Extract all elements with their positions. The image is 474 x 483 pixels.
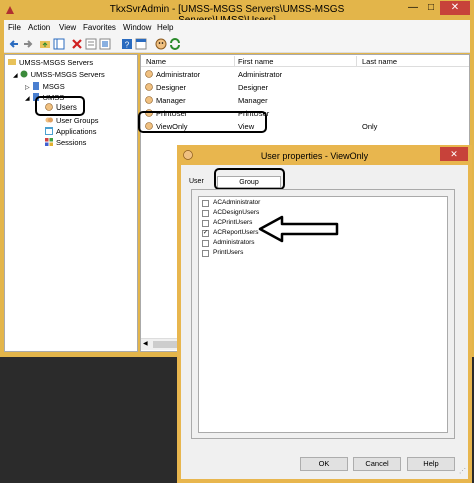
group-checkbox[interactable]	[202, 220, 209, 227]
pointer-arrow-icon	[258, 215, 339, 243]
expand-icon[interactable]: ▷	[25, 85, 30, 91]
cell-name: Designer	[156, 83, 187, 92]
user-icon[interactable]	[155, 38, 167, 50]
user-icon	[183, 150, 193, 160]
forward-icon[interactable]	[22, 38, 34, 50]
column-header-first-name[interactable]: First name	[238, 57, 273, 66]
highlight-viewonly-row	[138, 111, 267, 133]
user-icon	[145, 96, 153, 104]
tree-node-label: UMSS-MSGS Servers	[30, 70, 105, 79]
tree-node-label: User Groups	[56, 116, 99, 125]
menu-action[interactable]: Action	[28, 23, 50, 32]
dialog-title-bar: User properties - ViewOnly ✕	[177, 145, 472, 165]
tree-node-msgs[interactable]: ▷ MSGS	[25, 82, 65, 91]
group-label: Administrators	[213, 239, 255, 246]
tree-node-label: Applications	[56, 127, 97, 136]
help-icon[interactable]: ?	[121, 38, 133, 50]
tree-node-user-groups[interactable]: User Groups	[45, 116, 99, 125]
table-row[interactable]: Administrator Administrator	[141, 69, 469, 80]
sessions-icon	[45, 138, 53, 146]
folder-up-icon[interactable]	[39, 38, 51, 50]
ok-button[interactable]: OK	[300, 457, 348, 471]
title-bar: TkxSvrAdmin - [UMSS-MSGS Servers\UMSS-MS…	[0, 0, 474, 26]
menu-help[interactable]: Help	[157, 23, 173, 32]
user-icon	[145, 70, 153, 78]
group-label: ACDesignUsers	[213, 209, 260, 216]
column-divider[interactable]	[234, 56, 235, 66]
minimize-button[interactable]: —	[404, 1, 422, 15]
group-label: ACPrintUsers	[213, 219, 253, 226]
column-divider[interactable]	[356, 56, 357, 66]
group-checkbox[interactable]	[202, 240, 209, 247]
tree-node-server[interactable]: ◢ UMSS-MSGS Servers	[13, 70, 105, 79]
group-checkbox-checked[interactable]: ✓	[202, 230, 209, 237]
dialog-title: User properties - ViewOnly	[260, 151, 369, 161]
applications-icon	[45, 127, 53, 135]
collapse-icon[interactable]: ◢	[13, 73, 18, 79]
close-button[interactable]: ✕	[440, 1, 470, 15]
user-group-icon	[45, 117, 53, 123]
user-properties-dialog: User properties - ViewOnly ✕ User Group …	[177, 145, 472, 483]
export-list-icon[interactable]	[99, 38, 111, 50]
group-checkbox[interactable]	[202, 210, 209, 217]
maximize-button[interactable]: □	[422, 1, 440, 15]
cell-name: Administrator	[156, 70, 201, 79]
table-row[interactable]: Manager Manager	[141, 95, 469, 106]
highlight-group-tab	[214, 168, 285, 190]
column-header-last-name[interactable]: Last name	[362, 57, 397, 66]
group-label: PrintUsers	[213, 249, 244, 256]
user-icon	[145, 83, 153, 91]
list-header: Name First name Last name	[141, 55, 469, 67]
column-header-name[interactable]: Name	[146, 57, 166, 66]
dialog-body: User Group memberships ACAdministrator A…	[181, 165, 468, 479]
cell-name: Manager	[156, 96, 186, 105]
tree-node-label: UMSS-MSGS Servers	[19, 58, 94, 67]
refresh-icon[interactable]	[169, 38, 181, 50]
delete-icon[interactable]	[71, 38, 83, 50]
menu-file[interactable]: File	[8, 23, 21, 32]
help-button[interactable]: Help	[407, 457, 455, 471]
menu-bar: File Action View Favorites Window Help	[4, 20, 470, 35]
cell-first-name: Designer	[238, 83, 269, 92]
server-icon	[32, 82, 39, 90]
folder-icon	[8, 59, 16, 65]
table-row[interactable]: Designer Designer	[141, 82, 469, 93]
tab-user[interactable]: User	[189, 176, 204, 188]
collapse-icon[interactable]: ◢	[25, 96, 30, 102]
highlight-users-node	[35, 96, 85, 116]
cancel-button[interactable]: Cancel	[353, 457, 401, 471]
menu-favorites[interactable]: Favorites	[83, 23, 116, 32]
dialog-close-button[interactable]: ✕	[440, 147, 468, 161]
app-icon	[6, 6, 14, 14]
back-icon[interactable]	[8, 38, 20, 50]
group-label: ACReportUsers	[213, 229, 259, 236]
show-hide-tree-icon[interactable]	[53, 38, 65, 50]
group-checkbox[interactable]	[202, 200, 209, 207]
tree-node-root[interactable]: UMSS-MSGS Servers	[8, 58, 93, 67]
tree-node-label: Sessions	[56, 138, 87, 147]
resize-grip-icon[interactable]: ⋰	[459, 467, 466, 475]
cell-first-name: Administrator	[238, 70, 283, 79]
tree-node-applications[interactable]: Applications	[45, 127, 96, 136]
cell-last-name: Only	[362, 122, 378, 131]
tree-node-label: MSGS	[42, 82, 65, 91]
cell-first-name: Manager	[238, 96, 268, 105]
svg-text:?: ?	[125, 41, 130, 50]
tree-node-sessions[interactable]: Sessions	[45, 138, 86, 147]
properties-icon[interactable]	[85, 38, 97, 50]
server-group-icon	[20, 70, 28, 78]
menu-window[interactable]: Window	[123, 23, 151, 32]
menu-view[interactable]: View	[59, 23, 76, 32]
toolbar: ?	[4, 35, 470, 53]
scroll-left-icon[interactable]: ◀	[143, 340, 148, 347]
console-icon[interactable]	[135, 38, 147, 50]
group-label: ACAdministrator	[213, 199, 261, 206]
group-checkbox[interactable]	[202, 250, 209, 257]
